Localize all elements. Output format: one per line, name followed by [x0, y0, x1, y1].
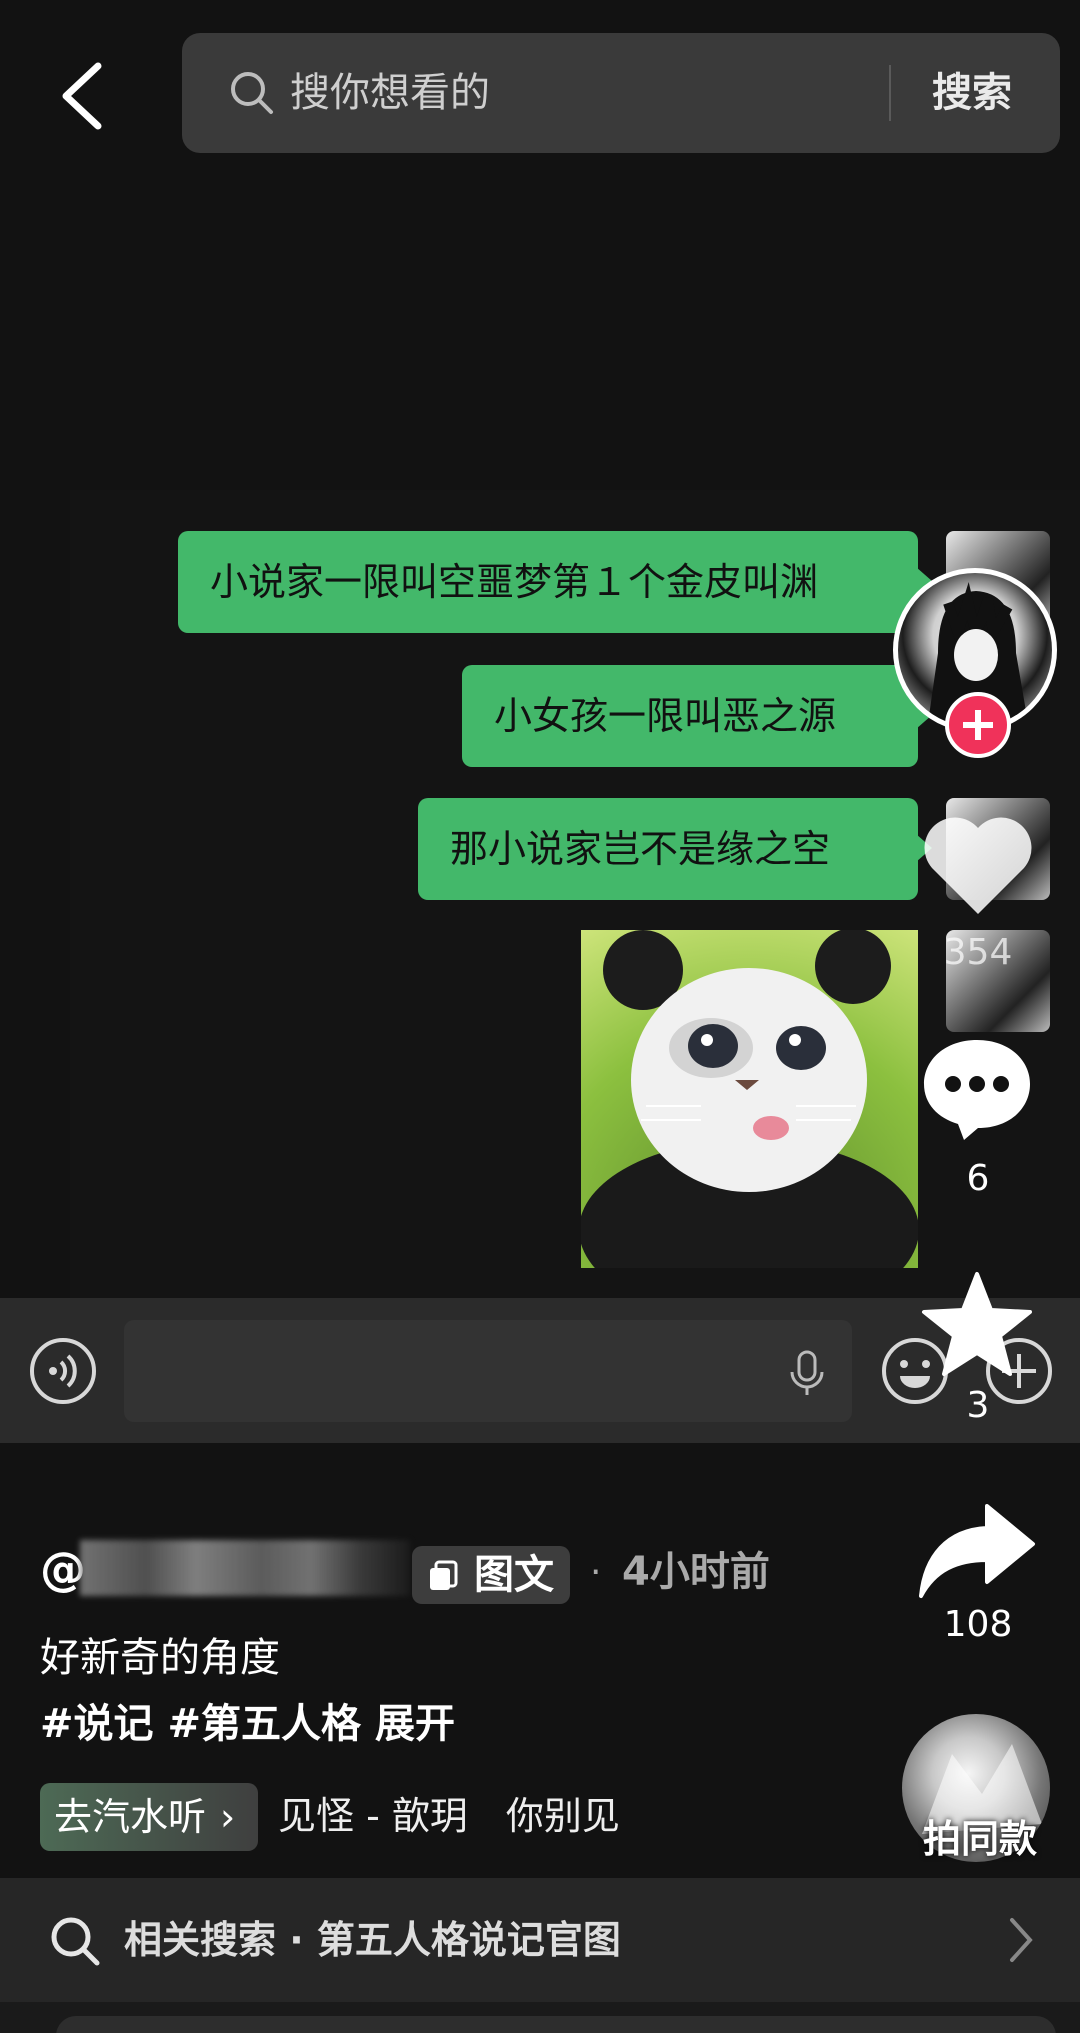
like-count: 354 — [943, 932, 1013, 973]
music-chip-label: 去汽水听 — [54, 1795, 207, 1839]
image-text-icon — [430, 1560, 458, 1590]
music-title[interactable]: 见怪 - 歆玥 你别见 — [278, 1786, 620, 1846]
favorite-count: 3 — [966, 1385, 990, 1426]
related-search-bar[interactable]: 相关搜索 · 第五人格说记官图 — [0, 1878, 1080, 2002]
share-count: 108 — [943, 1604, 1013, 1645]
microphone-icon[interactable] — [782, 1348, 832, 1398]
expand-button[interactable]: 展开 — [375, 1701, 455, 1747]
post-type-badge: 图文 — [412, 1546, 570, 1604]
comment-count: 6 — [966, 1158, 990, 1199]
search-button[interactable]: 搜索 — [932, 63, 1012, 123]
comment-icon[interactable] — [920, 1032, 1034, 1144]
post-description: 好新奇的角度 — [40, 1635, 280, 1681]
separator-dot: · — [590, 1552, 602, 1593]
bottom-input-pill[interactable] — [56, 2016, 1056, 2033]
post-tags: #说记 #第五人格 展开 — [40, 1696, 469, 1752]
chat-bubble: 小说家一限叫空噩梦第１个金皮叫渊 — [178, 531, 932, 633]
related-search-text: 相关搜索 · 第五人格说记官图 — [124, 1918, 621, 1962]
search-bar[interactable]: 搜你想看的 搜索 — [182, 33, 1060, 153]
follow-button[interactable] — [945, 692, 1011, 758]
share-icon[interactable] — [917, 1500, 1037, 1600]
hashtag[interactable]: #说记 — [40, 1701, 154, 1747]
chevron-right-icon — [1010, 1918, 1033, 1962]
search-divider — [889, 65, 891, 121]
chevron-right-icon: › — [220, 1795, 236, 1839]
hashtag[interactable]: #第五人格 — [168, 1701, 362, 1747]
post-time: 4小时前 — [622, 1549, 770, 1595]
star-icon[interactable] — [920, 1270, 1034, 1380]
chat-bubble: 小女孩一限叫恶之源 — [462, 665, 932, 767]
message-input[interactable] — [124, 1320, 852, 1422]
search-icon — [231, 72, 273, 114]
same-style-button[interactable]: 拍同款 — [900, 1808, 1060, 1863]
back-arrow-icon[interactable] — [52, 58, 116, 134]
search-icon — [51, 1917, 100, 1966]
panda-cat-sticker — [581, 930, 918, 1268]
search-input[interactable]: 搜你想看的 — [290, 63, 490, 123]
post-type-label: 图文 — [474, 1552, 554, 1598]
author-name-blurred[interactable] — [80, 1540, 410, 1596]
heart-icon[interactable] — [918, 810, 1038, 920]
chat-bubble: 那小说家岂不是缘之空 — [418, 798, 932, 900]
voice-icon[interactable] — [28, 1336, 98, 1406]
music-chip[interactable]: 去汽水听 › — [40, 1783, 258, 1851]
